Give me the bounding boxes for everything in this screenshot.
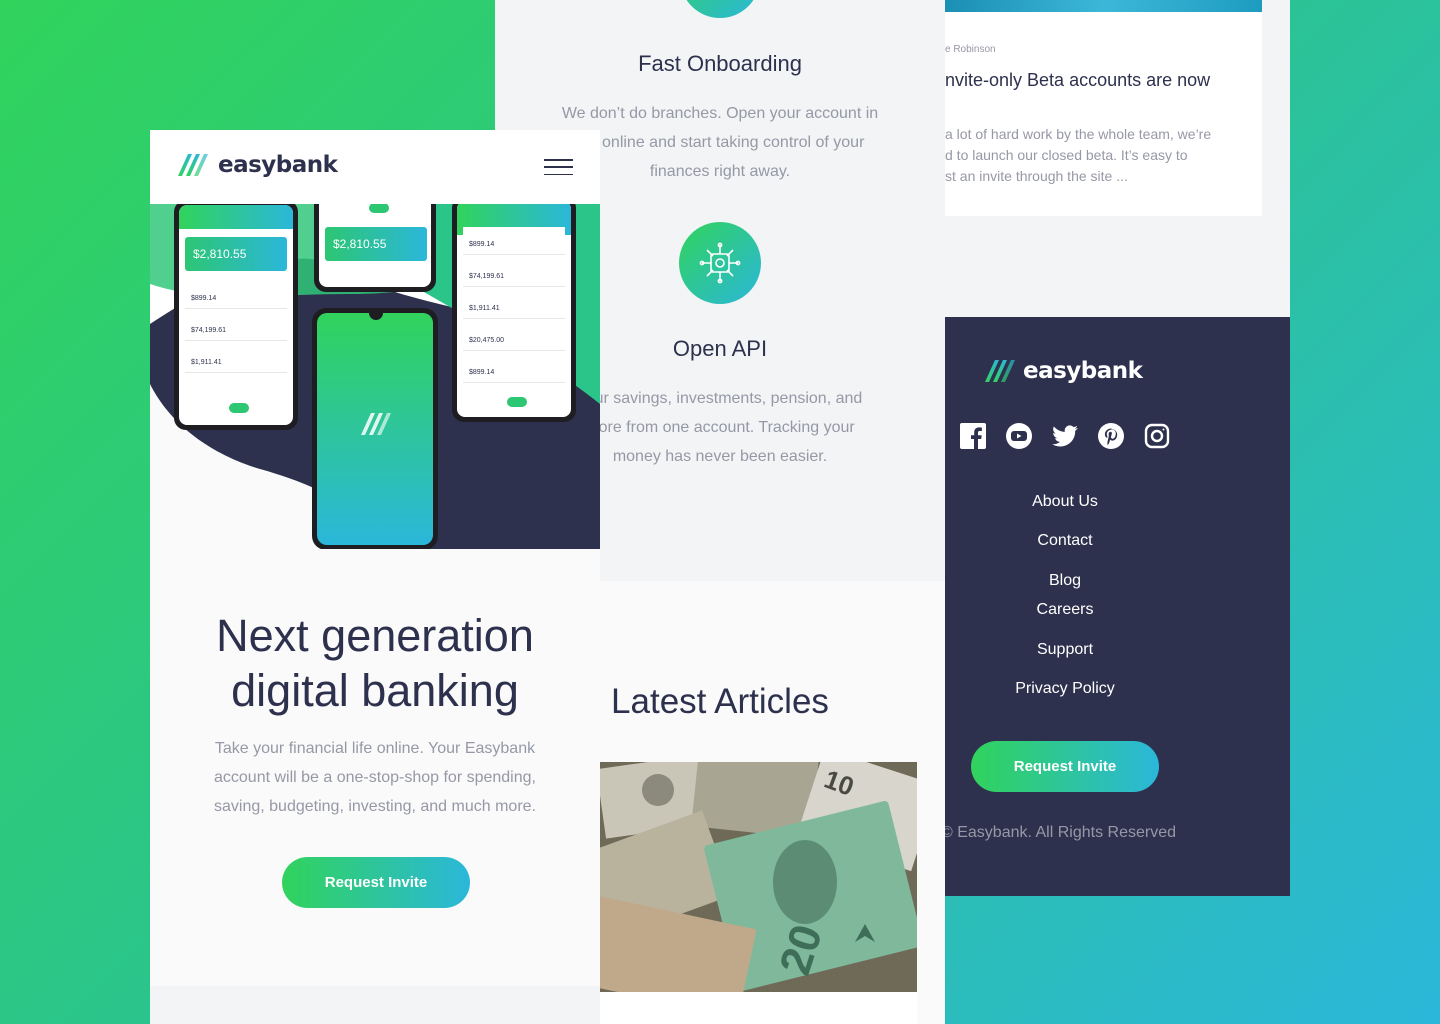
headline-line: digital banking — [231, 665, 519, 716]
social-links — [959, 422, 1171, 450]
article-excerpt: a lot of hard work by the whole team, we… — [945, 124, 1262, 187]
account-row: $899.14 — [463, 355, 565, 383]
account-row: $20,475.00 — [463, 323, 565, 351]
text-line: a lot of hard work by the whole team, we… — [945, 126, 1212, 142]
phone-screen: $899.14 $74,199.61 $1,911.41 $20,475.00 … — [457, 204, 571, 417]
hero-lead: Take your financial life online. Your Ea… — [214, 740, 536, 815]
article-card[interactable]: e Robinson nvite-only Beta accounts are … — [945, 0, 1262, 216]
logo-mark-icon — [178, 154, 208, 176]
phone-mockup: $2,810.55 — [314, 204, 436, 292]
footer-panel: e Robinson nvite-only Beta accounts are … — [945, 0, 1290, 896]
phone-mockup: $2,810.55 $899.14 $74,199.61 $1,911.41 — [174, 204, 298, 430]
hero-headline: Next generation digital banking — [150, 608, 600, 718]
phone-screen — [317, 313, 433, 545]
api-icon — [679, 222, 761, 304]
phone-mockup — [312, 308, 438, 549]
text-line: st an invite through the site ... — [945, 168, 1128, 184]
section-divider — [150, 986, 600, 1024]
account-row: $899.14 — [463, 227, 565, 255]
onboarding-icon — [680, 0, 760, 18]
footer-link-about[interactable]: About Us — [945, 493, 1185, 511]
footer-link-privacy[interactable]: Privacy Policy — [945, 680, 1185, 698]
twitter-icon[interactable] — [1051, 422, 1079, 450]
logo-text: easybank — [218, 152, 338, 178]
hero-panel: easybank $2,810.55 $899.14 $74,199.61 $1… — [150, 130, 600, 1024]
footer-link-blog[interactable]: Blog — [945, 572, 1185, 590]
facebook-icon[interactable] — [959, 422, 987, 450]
account-row: $74,199.61 — [185, 313, 287, 341]
footer-request-invite-button[interactable]: Request Invite — [971, 741, 1159, 792]
footer-link-support[interactable]: Support — [945, 641, 1185, 659]
balance-card: $2,810.55 — [185, 237, 287, 271]
article-image — [945, 0, 1262, 12]
money-image: 20 10 — [600, 762, 917, 992]
phone-mockup: $899.14 $74,199.61 $1,911.41 $20,475.00 … — [452, 204, 576, 422]
article-card[interactable]: 20 10 — [600, 762, 917, 1024]
hero-image: $2,810.55 $899.14 $74,199.61 $1,911.41 $… — [150, 204, 600, 549]
phone-screen: $2,810.55 — [319, 204, 431, 287]
account-row: $899.14 — [185, 281, 287, 309]
youtube-icon[interactable] — [1005, 422, 1033, 450]
instagram-icon[interactable] — [1143, 422, 1171, 450]
text-line: d to launch our closed beta. It’s easy t… — [945, 147, 1188, 163]
footer-logo[interactable]: easybank — [985, 358, 1143, 384]
pinterest-icon[interactable] — [1097, 422, 1125, 450]
request-invite-button[interactable]: Request Invite — [282, 857, 470, 908]
logo-mark-icon — [985, 360, 1015, 382]
balance-card: $2,810.55 — [325, 227, 427, 261]
account-row: $74,199.61 — [463, 259, 565, 287]
copyright: © Easybank. All Rights Reserved — [945, 824, 1177, 841]
footer-link-careers[interactable]: Careers — [945, 601, 1185, 619]
account-row: $1,911.41 — [463, 291, 565, 319]
text-line: We don’t do branches. Open your account … — [561, 105, 879, 122]
account-row: $1,911.41 — [185, 345, 287, 373]
article-title[interactable]: nvite-only Beta accounts are now — [945, 70, 1262, 91]
feature-title-onboarding: Fast Onboarding — [638, 51, 802, 76]
hamburger-menu-icon[interactable] — [544, 159, 573, 175]
article-author: e Robinson — [945, 44, 996, 55]
phone-screen: $2,810.55 $899.14 $74,199.61 $1,911.41 — [179, 205, 293, 425]
footer-logo-text: easybank — [1023, 358, 1143, 384]
logo[interactable]: easybank — [178, 152, 338, 178]
navbar: easybank — [150, 130, 600, 204]
footer-link-contact[interactable]: Contact — [945, 532, 1185, 550]
headline-line: Next generation — [216, 610, 534, 661]
